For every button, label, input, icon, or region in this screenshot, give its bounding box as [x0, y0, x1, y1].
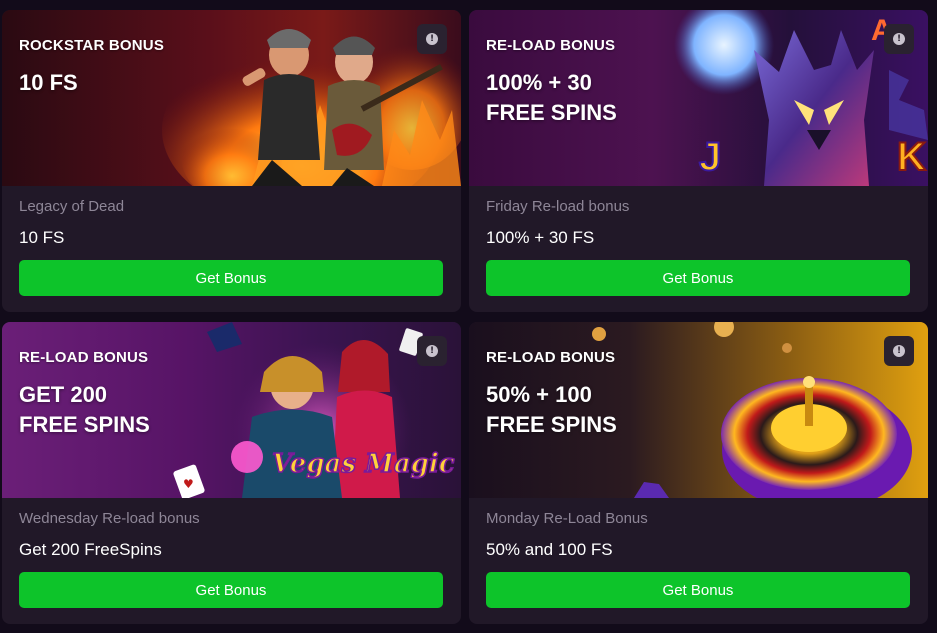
exclamation-icon: ! — [426, 345, 438, 357]
bonus-card-wednesday-reload: ♥ Vegas Magic RE-LOAD BONUS GET 200 FREE… — [2, 322, 461, 624]
bonus-value: Get 200 FreeSpins — [19, 540, 162, 559]
exclamation-icon: ! — [426, 33, 438, 45]
bonus-type-label: RE-LOAD BONUS — [19, 349, 149, 366]
bonus-game-name: Monday Re-Load Bonus — [486, 510, 648, 527]
exclamation-icon: ! — [893, 33, 905, 45]
bonus-type-label: ROCKSTAR BONUS — [19, 37, 165, 54]
bonus-headline: 10 FS — [19, 70, 78, 95]
bonus-value: 10 FS — [19, 228, 65, 247]
bonus-value: 50% and 100 FS — [486, 540, 613, 559]
bonus-info-button[interactable]: ! — [417, 336, 447, 366]
bonus-info-button[interactable]: ! — [417, 24, 447, 54]
bonus-info-button[interactable]: ! — [884, 24, 914, 54]
bonus-card-monday-reload: RE-LOAD BONUS 50% + 100 FREE SPINS ! Mon… — [469, 322, 928, 624]
bonus-game-name: Friday Re-load bonus — [486, 198, 630, 215]
svg-text:K: K — [897, 135, 926, 179]
bonus-headline: 100% + 30 FREE SPINS — [486, 70, 617, 125]
bonus-card-friday-reload: J K A RE-LOAD BONUS 100% + 30 FREE SPINS… — [469, 10, 928, 312]
bonus-game-name: Legacy of Dead — [19, 198, 125, 215]
get-bonus-button[interactable]: Get Bonus — [19, 260, 443, 296]
bonus-grid: ROCKSTAR BONUS 10 FS ! Legacy of Dead 10… — [2, 10, 928, 626]
exclamation-icon: ! — [893, 345, 905, 357]
bonus-value: 100% + 30 FS — [486, 228, 595, 247]
get-bonus-button[interactable]: Get Bonus — [19, 572, 443, 608]
bonus-headline: 50% + 100 FREE SPINS — [486, 382, 617, 437]
bonus-info-button[interactable]: ! — [884, 336, 914, 366]
bonus-card-rockstar: ROCKSTAR BONUS 10 FS ! Legacy of Dead 10… — [2, 10, 461, 312]
get-bonus-button[interactable]: Get Bonus — [486, 572, 910, 608]
get-bonus-button[interactable]: Get Bonus — [486, 260, 910, 296]
bonus-type-label: RE-LOAD BONUS — [486, 37, 616, 54]
svg-text:J: J — [699, 135, 721, 179]
bonus-headline: GET 200 FREE SPINS — [19, 382, 150, 437]
bonus-type-label: RE-LOAD BONUS — [486, 349, 616, 366]
bonus-game-name: Wednesday Re-load bonus — [19, 510, 200, 527]
vegas-magic-logo: Vegas Magic — [272, 449, 455, 479]
svg-text:♥: ♥ — [183, 477, 194, 491]
